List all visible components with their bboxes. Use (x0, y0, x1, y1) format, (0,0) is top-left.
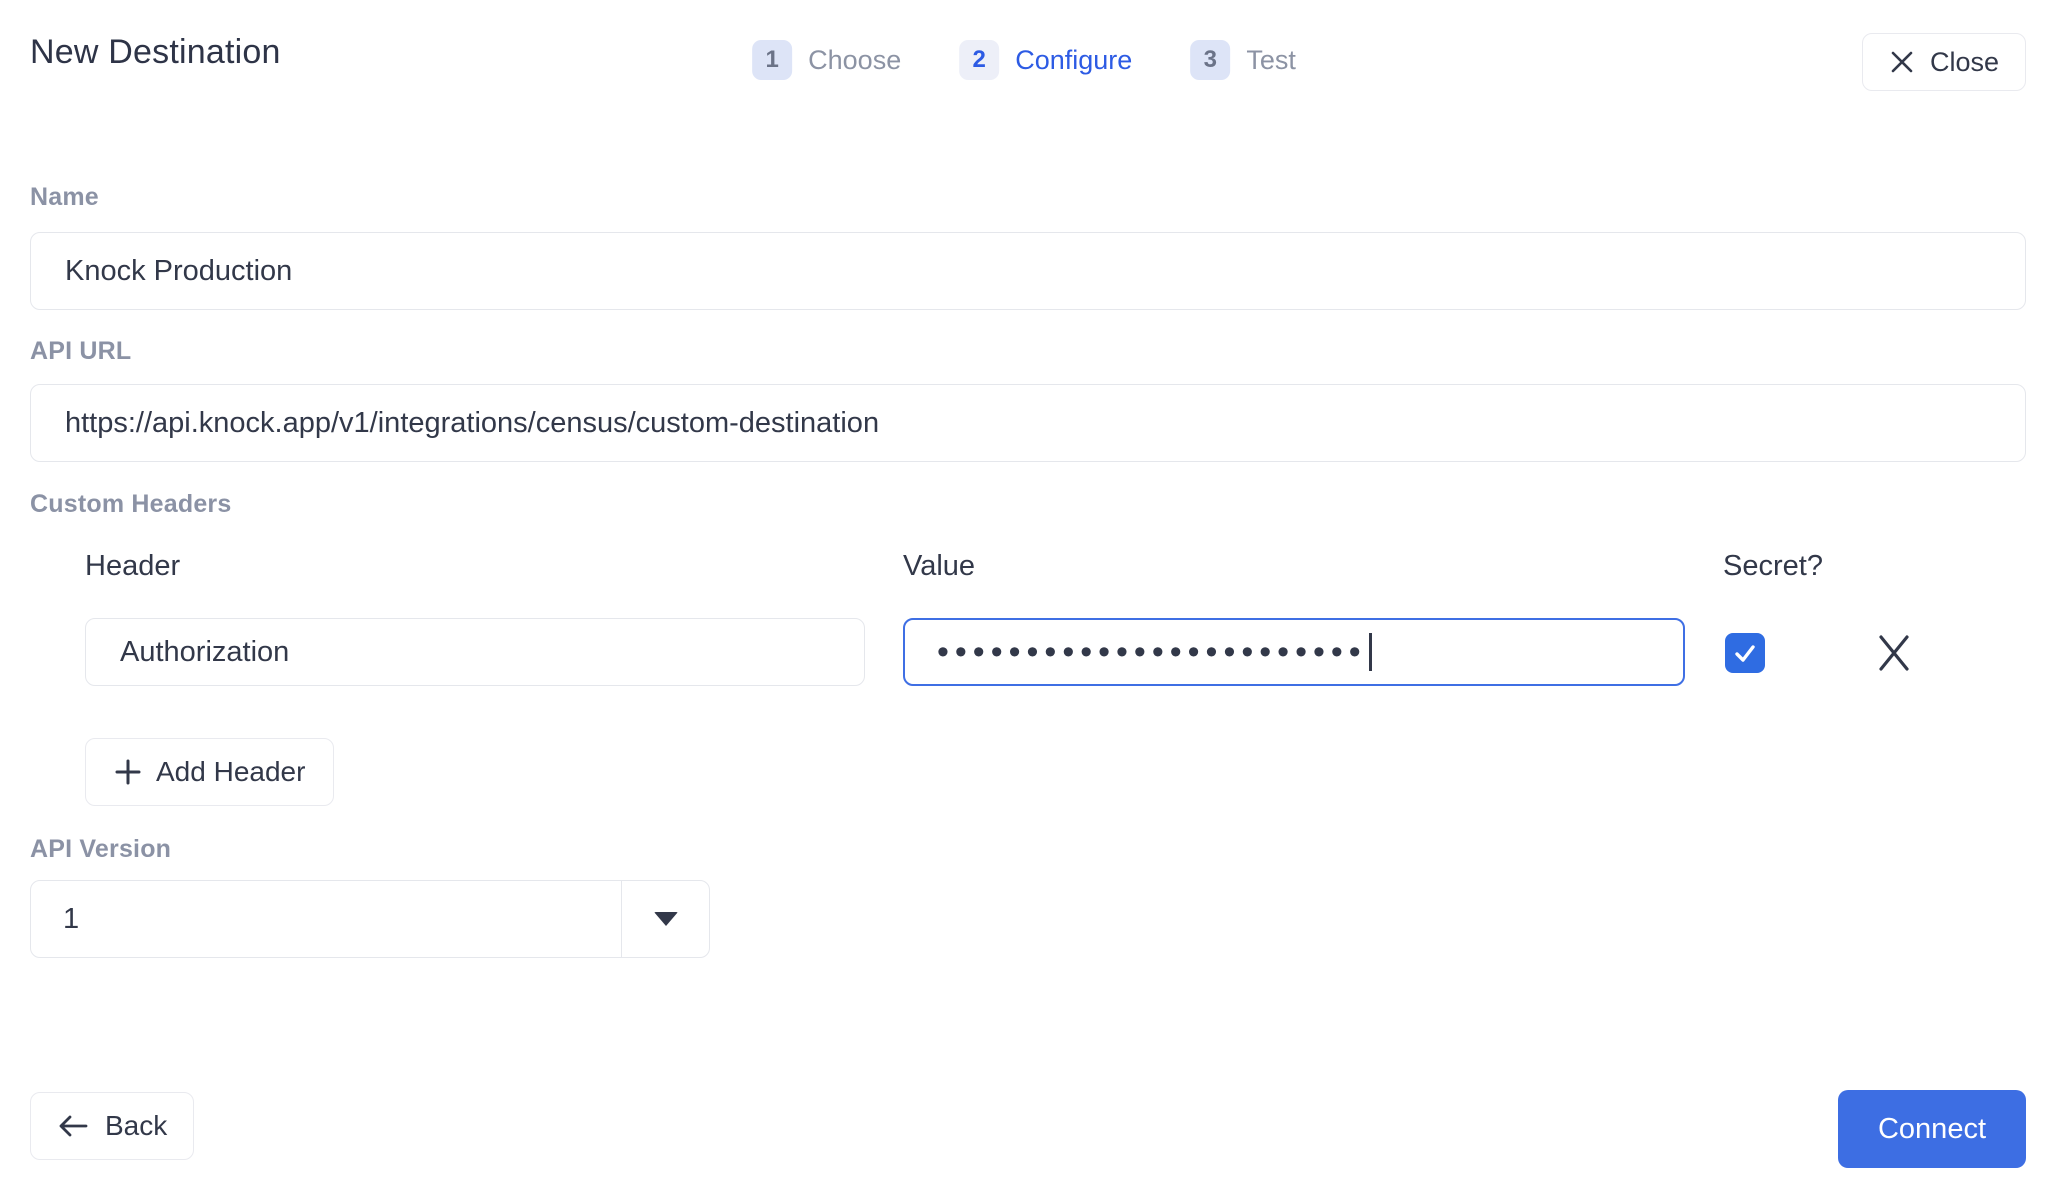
header-value-input[interactable]: •••••••••••••••••••••••• (903, 618, 1685, 686)
connect-button[interactable]: Connect (1838, 1090, 2026, 1168)
x-icon (1873, 631, 1915, 673)
select-arrow-zone[interactable] (621, 881, 709, 957)
name-label: Name (30, 183, 99, 212)
step-label: Choose (808, 45, 901, 76)
column-label-header: Header (85, 550, 180, 583)
api-version-selected-value: 1 (31, 881, 621, 957)
step-number-badge: 2 (959, 40, 999, 80)
header-name-input[interactable] (85, 618, 865, 686)
api-version-select[interactable]: 1 (30, 880, 710, 958)
step-number-badge: 1 (752, 40, 792, 80)
api-url-field-wrap (30, 384, 2026, 462)
delete-header-row-button[interactable] (1868, 626, 1920, 678)
masked-value-text: •••••••••••••••••••••••• (937, 635, 1367, 669)
column-label-value: Value (903, 550, 975, 583)
stepper: 1 Choose 2 Configure 3 Test (752, 40, 1296, 80)
step-number-badge: 3 (1190, 40, 1230, 80)
back-button-label: Back (105, 1110, 167, 1142)
header-name-field-wrap (85, 618, 865, 686)
secret-checkbox[interactable] (1725, 633, 1765, 673)
api-url-label: API URL (30, 337, 131, 366)
step-test[interactable]: 3 Test (1190, 40, 1296, 80)
api-version-label: API Version (30, 835, 171, 864)
page-title: New Destination (30, 33, 281, 72)
arrow-left-icon (57, 1113, 89, 1139)
name-input[interactable] (30, 232, 2026, 310)
close-button[interactable]: Close (1862, 33, 2026, 91)
column-label-secret: Secret? (1723, 550, 1823, 583)
custom-headers-label: Custom Headers (30, 490, 231, 519)
close-button-label: Close (1930, 47, 1999, 78)
add-header-button[interactable]: Add Header (85, 738, 334, 806)
add-header-button-label: Add Header (156, 756, 305, 788)
plus-icon (114, 758, 142, 786)
text-cursor (1369, 633, 1372, 671)
back-button[interactable]: Back (30, 1092, 194, 1160)
step-label: Configure (1015, 45, 1132, 76)
check-icon (1732, 640, 1758, 666)
step-label: Test (1246, 45, 1296, 76)
api-url-input[interactable] (30, 384, 2026, 462)
chevron-down-icon (654, 912, 678, 926)
step-configure[interactable]: 2 Configure (959, 40, 1132, 80)
step-choose[interactable]: 1 Choose (752, 40, 901, 80)
close-icon (1889, 49, 1915, 75)
name-field-wrap (30, 232, 2026, 310)
